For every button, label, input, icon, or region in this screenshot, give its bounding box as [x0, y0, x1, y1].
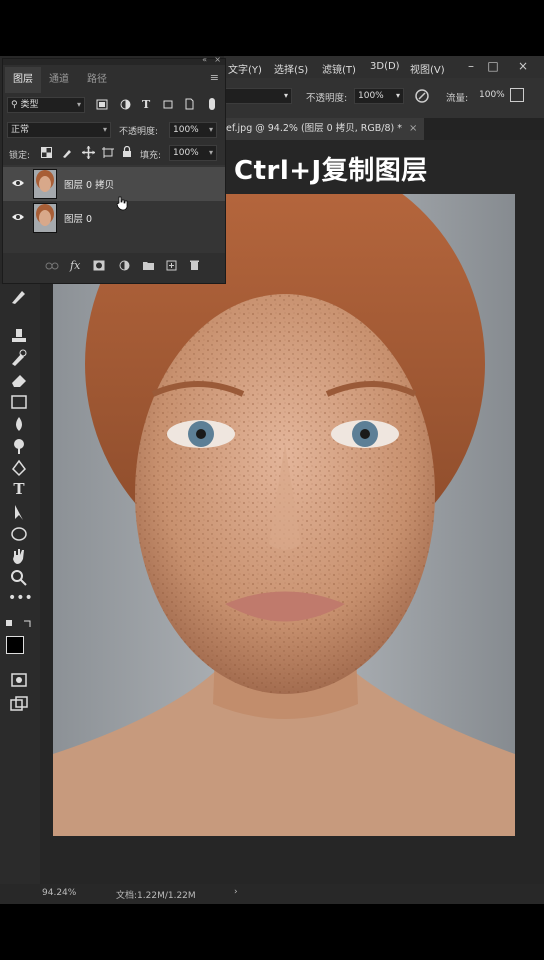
path-select-icon[interactable]	[8, 502, 30, 522]
type-filter-icon[interactable]: T	[142, 99, 150, 111]
pen-icon[interactable]	[8, 458, 30, 478]
menu-3d[interactable]: 3D(D)	[370, 61, 400, 72]
chevron-down-icon: ▾	[208, 148, 213, 157]
layer-row-copy[interactable]: 图层 0 拷贝	[3, 167, 225, 201]
tab-close-icon[interactable]: ×	[409, 118, 417, 140]
brush-preset-select[interactable]: ▾	[224, 88, 292, 104]
layer-thumbnail	[33, 203, 57, 233]
portrait-image	[53, 194, 515, 836]
foreground-color-swatch[interactable]	[6, 636, 24, 654]
gradient-icon[interactable]	[8, 392, 30, 412]
eye-icon[interactable]	[11, 178, 25, 188]
layer-name[interactable]: 图层 0 拷贝	[64, 177, 114, 191]
close-icon[interactable]: ×	[508, 56, 538, 78]
opacity-label: 不透明度:	[119, 127, 159, 137]
mask-icon[interactable]	[93, 260, 105, 271]
fill-input[interactable]: 100% ▾	[169, 145, 217, 161]
history-brush-icon[interactable]	[8, 348, 30, 368]
type-icon[interactable]: T	[8, 480, 30, 500]
chevron-down-icon: ▾	[76, 100, 81, 109]
document-tab-bar: ef.jpg @ 94.2% (图层 0 拷贝, RGB/8) * ×	[224, 118, 544, 140]
zoom-icon[interactable]	[8, 568, 30, 588]
options-bar: ▾ 不透明度: 100% ▾ 流量: 100%	[224, 78, 544, 118]
eye-icon[interactable]	[11, 212, 25, 222]
zoom-level[interactable]: 94.24%	[42, 888, 76, 898]
pixel-filter-icon[interactable]	[96, 99, 108, 110]
menu-type[interactable]: 文字(Y)	[228, 61, 262, 76]
layer-thumbnail	[33, 169, 57, 199]
airbrush-icon[interactable]	[510, 88, 524, 102]
lock-transparent-icon[interactable]	[41, 147, 52, 158]
eraser-icon[interactable]	[8, 370, 30, 390]
blend-mode-select[interactable]: 正常 ▾	[7, 122, 111, 138]
smart-object-filter-icon[interactable]	[184, 98, 195, 110]
chevron-down-icon: ▾	[283, 91, 288, 100]
new-layer-icon[interactable]	[166, 260, 177, 271]
doc-size: 文档:1.22M/1.22M	[116, 891, 196, 901]
chevron-down-icon: ▾	[102, 125, 107, 134]
document-tab-title: ef.jpg @ 94.2% (图层 0 拷贝, RGB/8) *	[226, 123, 402, 134]
menu-filter[interactable]: 滤镜(T)	[322, 61, 356, 76]
layer-name[interactable]: 图层 0	[64, 211, 92, 225]
opacity-label: 不透明度:	[306, 93, 348, 104]
lock-pixels-icon[interactable]	[62, 147, 73, 158]
screen-mode-icon[interactable]	[8, 694, 30, 714]
fx-icon[interactable]: fx	[70, 259, 80, 272]
filter-toggle[interactable]	[209, 98, 215, 110]
adjustment-filter-icon[interactable]	[120, 99, 131, 110]
menu-select[interactable]: 选择(S)	[274, 61, 308, 76]
chevron-down-icon: ▾	[395, 91, 400, 100]
panel-title-strip: « ×	[3, 55, 225, 65]
layers-panel: « × 图层 通道 路径 ≡ ⚲ 类型 ▾ T 正常 ▾ 不透明度: 100% …	[2, 55, 226, 284]
layer-list: 图层 0 拷贝 图层 0	[3, 165, 225, 253]
search-icon: ⚲	[11, 100, 18, 110]
swap-colors-icon[interactable]	[4, 618, 34, 632]
ellipse-icon[interactable]	[8, 524, 30, 544]
menu-view[interactable]: 视图(V)	[410, 61, 445, 76]
adjustment-icon[interactable]	[119, 260, 130, 271]
document-tab[interactable]: ef.jpg @ 94.2% (图层 0 拷贝, RGB/8) * ×	[224, 118, 424, 140]
portrait-photo[interactable]	[53, 194, 515, 836]
folder-icon[interactable]	[142, 260, 155, 271]
brush-icon[interactable]	[8, 286, 30, 306]
blur-icon[interactable]	[8, 414, 30, 434]
more-icon[interactable]: •••	[8, 590, 33, 610]
layer-row-original[interactable]: 图层 0	[3, 201, 225, 235]
lock-label: 锁定:	[9, 151, 31, 161]
shape-filter-icon[interactable]	[162, 99, 174, 110]
quick-mask-icon[interactable]	[8, 670, 30, 690]
chevron-down-icon: ▾	[208, 125, 213, 134]
menu-bar: 文字(Y) 选择(S) 滤镜(T) 3D(D) 视图(V) – □ ×	[224, 56, 544, 78]
tab-layers[interactable]: 图层	[5, 67, 41, 93]
toolbox: T •••	[0, 284, 40, 884]
collapse-icon[interactable]: «	[202, 55, 207, 64]
tab-paths[interactable]: 路径	[79, 67, 115, 93]
lock-artboard-icon[interactable]	[102, 147, 114, 158]
video-caption: Ctrl+J复制图层	[234, 156, 428, 186]
hand-icon[interactable]	[8, 546, 30, 566]
close-panel-icon[interactable]: ×	[214, 55, 221, 64]
layer-filter-select[interactable]: ⚲ 类型 ▾	[7, 97, 85, 113]
stamp-icon[interactable]	[8, 326, 30, 346]
trash-icon[interactable]	[189, 259, 200, 271]
opacity-input[interactable]: 100% ▾	[169, 122, 217, 138]
link-icon[interactable]	[45, 262, 59, 270]
status-menu-arrow[interactable]: ›	[234, 887, 238, 897]
restore-icon[interactable]: □	[478, 56, 508, 78]
dodge-icon[interactable]	[8, 436, 30, 456]
lock-all-icon[interactable]	[122, 146, 132, 158]
opacity-input[interactable]: 100% ▾	[354, 88, 404, 104]
panel-menu-icon[interactable]: ≡	[210, 71, 219, 84]
lock-position-icon[interactable]	[82, 146, 95, 159]
fill-label: 填充:	[140, 151, 162, 161]
tab-channels[interactable]: 通道	[41, 67, 77, 93]
pressure-opacity-icon[interactable]	[414, 88, 430, 104]
status-bar: 94.24% 文档:1.22M/1.22M ›	[0, 884, 544, 904]
flow-label: 流量:	[446, 93, 469, 104]
